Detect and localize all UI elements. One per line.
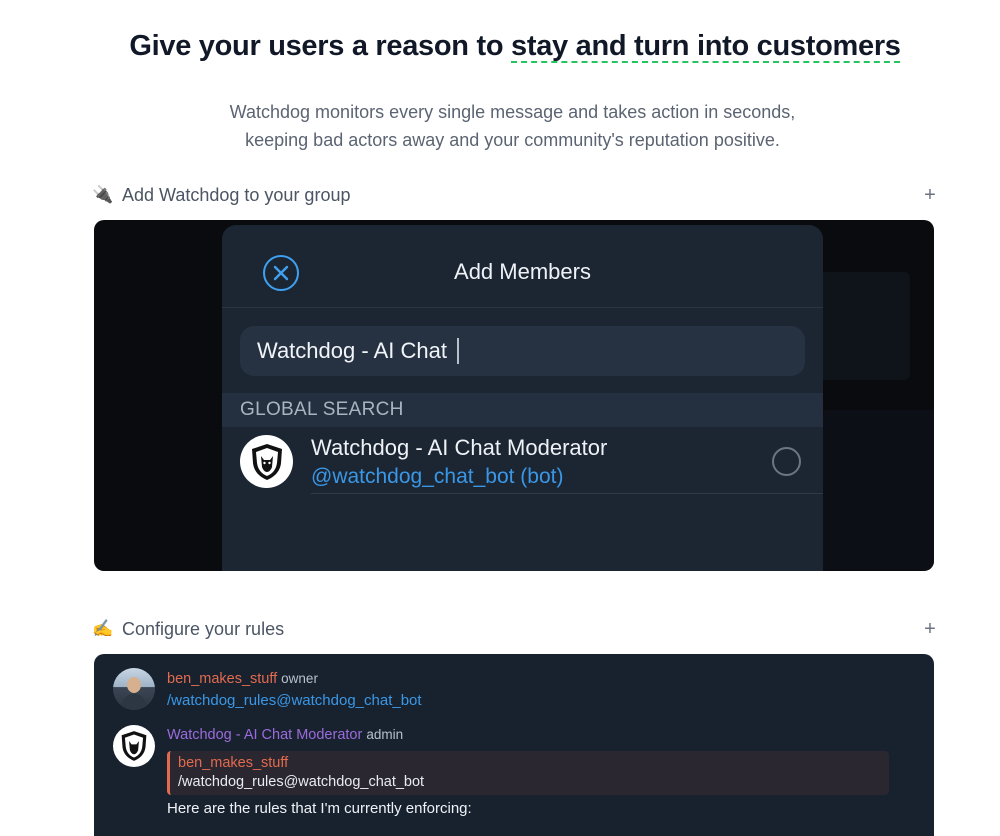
divider	[222, 307, 823, 308]
background-panel	[814, 272, 910, 380]
plus-icon[interactable]: +	[922, 618, 938, 641]
section-header-configure-rules[interactable]: ✍️ Configure your rules +	[92, 614, 938, 644]
message-command[interactable]: /watchdog_rules@watchdog_chat_bot	[167, 692, 422, 709]
rules-chat-screenshot: ben_makes_stuff owner /watchdog_rules@wat…	[94, 654, 934, 836]
avatar	[113, 668, 155, 710]
add-members-screenshot: Add Members GLOBAL SEARCH Watchdog - AI …	[94, 220, 934, 571]
member-search-input[interactable]	[257, 338, 727, 364]
watchdog-shield-logo	[113, 725, 155, 767]
search-result-row[interactable]: Watchdog - AI Chat Moderator @watchdog_c…	[222, 427, 823, 493]
result-name: Watchdog - AI Chat Moderator	[311, 435, 608, 460]
result-handle: @watchdog_chat_bot (bot)	[311, 465, 564, 488]
divider	[311, 493, 823, 494]
reply-quote[interactable]: ben_makes_stuff /watchdog_rules@watchdog…	[167, 751, 889, 795]
quote-text: /watchdog_rules@watchdog_chat_bot	[178, 774, 425, 790]
plug-icon: 🔌	[92, 185, 114, 204]
page-headline: Give your users a reason to stay and tur…	[0, 30, 1000, 63]
text-caret	[457, 338, 459, 364]
message-text: Here are the rules that I'm currently en…	[167, 800, 472, 817]
message-meta: ben_makes_stuff owner	[167, 671, 318, 687]
writing-hand-icon: ✍️	[92, 619, 114, 638]
plus-icon[interactable]: +	[922, 184, 938, 207]
message-meta: Watchdog - AI Chat Moderator admin	[167, 727, 403, 743]
quote-author: ben_makes_stuff	[178, 755, 289, 771]
section-header-add-watchdog[interactable]: 🔌 Add Watchdog to your group +	[92, 180, 938, 210]
section-title: Configure your rules	[122, 618, 285, 639]
watchdog-shield-logo	[240, 435, 293, 488]
add-members-dialog: Add Members GLOBAL SEARCH Watchdog - AI …	[222, 225, 823, 571]
section-title: Add Watchdog to your group	[122, 184, 351, 205]
message-author[interactable]: Watchdog - AI Chat Moderator	[167, 727, 362, 743]
message-role: owner	[281, 671, 318, 686]
message-role: admin	[366, 727, 404, 742]
subtitle-line-1: Watchdog monitors every single message a…	[229, 102, 796, 122]
dialog-title: Add Members	[454, 259, 591, 284]
headline-accent: stay and turn into customers	[511, 30, 901, 62]
member-search-field[interactable]	[240, 326, 805, 376]
hero-subtitle: Watchdog monitors every single message a…	[0, 98, 1000, 154]
global-search-header: GLOBAL SEARCH	[222, 393, 823, 427]
headline-plain: Give your users a reason to	[129, 30, 512, 62]
radio-icon[interactable]	[772, 447, 801, 476]
message-author[interactable]: ben_makes_stuff	[167, 671, 277, 687]
subtitle-line-2: keeping bad actors away and your communi…	[245, 130, 780, 150]
